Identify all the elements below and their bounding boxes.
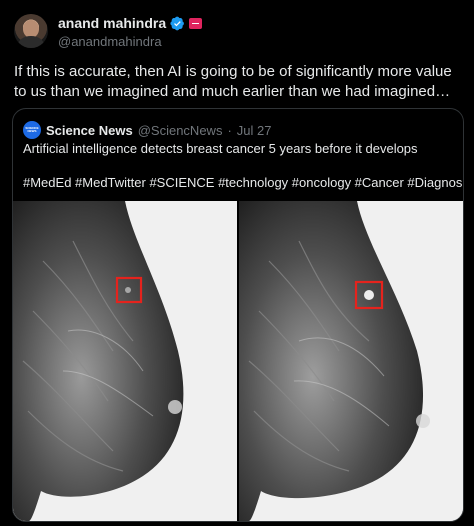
mammogram-image-left[interactable]: [13, 201, 237, 521]
mammogram-right-graphic: [239, 201, 463, 521]
quoted-text: Artificial intelligence detects breast c…: [23, 141, 418, 156]
quoted-hashtags[interactable]: #MedEd #MedTwitter #SCIENCE #technology …: [23, 175, 463, 191]
quoted-handle: @SciencNews: [137, 122, 223, 138]
quoted-avatar: SCIENCE NEWS: [23, 121, 41, 139]
quoted-separator: ·: [227, 122, 232, 138]
quoted-display-name: Science News: [46, 122, 133, 138]
author-avatar[interactable]: [14, 14, 48, 48]
verified-badge-icon: [170, 16, 185, 30]
quoted-tweet[interactable]: SCIENCE NEWS Science News @SciencNews · J…: [12, 108, 464, 522]
quoted-header: SCIENCE NEWS Science News @SciencNews · J…: [23, 121, 272, 139]
author-display-name[interactable]: anand mahindra: [58, 15, 166, 31]
author-name-row: anand mahindra: [58, 15, 203, 31]
tweet-header: anand mahindra @anandmahindra: [14, 14, 460, 50]
affiliation-flag-icon: [189, 17, 203, 29]
quoted-media: [13, 201, 463, 521]
mammogram-left-graphic: [13, 201, 237, 521]
quoted-date: Jul 27: [236, 122, 272, 138]
author-handle[interactable]: @anandmahindra: [58, 34, 162, 49]
mammogram-image-right[interactable]: [239, 201, 463, 521]
tweet-text: If this is accurate, then AI is going to…: [14, 63, 452, 100]
